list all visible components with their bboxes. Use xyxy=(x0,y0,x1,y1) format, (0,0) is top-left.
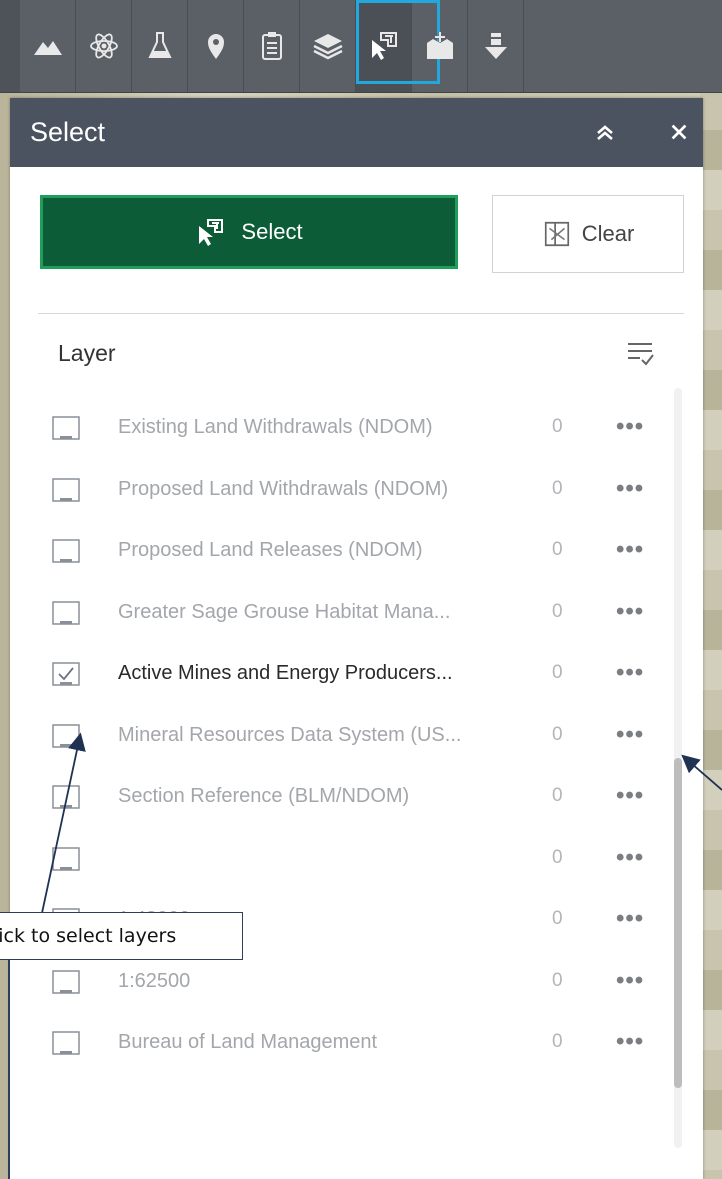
layer-name: Section Reference (BLM/NDOM) xyxy=(118,785,410,807)
more-options-icon[interactable]: ••• xyxy=(616,598,644,626)
toolbar-button-clipboard[interactable] xyxy=(244,0,300,92)
checkbox-icon[interactable] xyxy=(52,600,80,627)
select-cursor-icon xyxy=(371,32,397,60)
layer-row[interactable]: Greater Sage Grouse Habitat Mana... 0 ••• xyxy=(10,583,680,645)
layer-count: 0 xyxy=(552,416,563,437)
select-widget-panel: Select Select Clear Layer Existing Land … xyxy=(10,98,703,1179)
toolbar-button-map-pin[interactable] xyxy=(188,0,244,92)
toolbar-button-select-cursor[interactable] xyxy=(356,0,440,92)
more-options-icon[interactable]: ••• xyxy=(616,536,644,564)
checkbox-icon[interactable] xyxy=(52,846,80,873)
checkbox-icon[interactable] xyxy=(52,785,80,811)
layer-name: Mineral Resources Data System (US... xyxy=(118,723,462,746)
layer-row[interactable]: Proposed Land Withdrawals (NDOM) 0 ••• xyxy=(10,460,680,522)
panel-header: Select xyxy=(10,98,703,167)
toolbar-button-flask[interactable] xyxy=(132,0,188,92)
layer-count: 0 xyxy=(552,662,563,683)
add-data-icon xyxy=(426,32,453,59)
chevron-double-up-icon[interactable] xyxy=(591,118,619,146)
download-arrow-icon xyxy=(484,33,507,59)
layer-count: 0 xyxy=(552,969,563,991)
checkbox-icon[interactable] xyxy=(52,477,80,504)
toolbar xyxy=(0,0,722,93)
select-button-label: Select xyxy=(241,219,303,244)
layer-row[interactable]: Proposed Land Releases (NDOM) 0 ••• xyxy=(10,521,680,583)
flask-icon xyxy=(147,32,172,58)
layer-heading: Layer xyxy=(58,340,116,366)
more-options-icon[interactable]: ••• xyxy=(616,782,644,810)
more-options-icon[interactable]: ••• xyxy=(616,659,644,687)
checkbox-icon[interactable] xyxy=(52,969,80,996)
map-pin-icon xyxy=(207,34,224,59)
more-options-icon[interactable]: ••• xyxy=(616,1028,644,1056)
layer-count: 0 xyxy=(552,846,563,868)
more-options-icon[interactable]: ••• xyxy=(616,475,644,503)
layer-count: 0 xyxy=(552,539,563,560)
toolbar-gutter xyxy=(0,0,20,92)
select-cursor-icon xyxy=(199,219,224,246)
divider xyxy=(38,313,684,314)
toolbar-button-add-data[interactable] xyxy=(412,0,468,92)
annotation-callout: lick to select layers xyxy=(0,912,243,960)
atom-icon xyxy=(89,33,118,59)
layer-row[interactable]: Section Reference (BLM/NDOM) 0 ••• xyxy=(10,767,680,829)
more-options-icon[interactable]: ••• xyxy=(616,967,644,995)
toolbar-button-download-arrow[interactable] xyxy=(468,0,524,92)
layer-name: Active Mines and Energy Producers... xyxy=(118,662,453,684)
layer-row[interactable]: Bureau of Land Management 0 ••• xyxy=(10,1013,680,1075)
checkbox-icon[interactable] xyxy=(52,723,80,750)
more-options-icon[interactable]: ••• xyxy=(616,721,644,749)
layer-count: 0 xyxy=(552,1031,563,1052)
select-button[interactable]: Select xyxy=(40,195,458,269)
layer-row[interactable]: 1:62500 0 ••• xyxy=(10,952,680,1014)
clipboard-icon xyxy=(261,32,282,60)
layer-name: Greater Sage Grouse Habitat Mana... xyxy=(118,600,451,623)
panel-title: Select xyxy=(30,117,106,147)
clear-selection-icon xyxy=(544,221,569,247)
close-icon[interactable] xyxy=(665,118,693,146)
layer-name: Bureau of Land Management xyxy=(118,1031,378,1053)
layer-row[interactable]: 0 ••• xyxy=(10,829,680,891)
checkbox-icon[interactable] xyxy=(52,1031,80,1057)
toolbar-button-layers[interactable] xyxy=(300,0,356,92)
layer-count: 0 xyxy=(552,908,563,929)
basemap-mountain-icon xyxy=(33,41,62,55)
layer-name: Proposed Land Withdrawals (NDOM) xyxy=(118,477,449,500)
annotation-frame-line xyxy=(8,960,10,1179)
clear-button-label: Clear xyxy=(581,221,635,246)
layer-name: 1:62500 xyxy=(118,969,191,992)
checkbox-icon[interactable] xyxy=(52,416,80,442)
filter-list-icon[interactable] xyxy=(622,334,658,370)
layers-icon xyxy=(312,34,343,60)
more-options-icon[interactable]: ••• xyxy=(616,905,644,933)
layer-row[interactable]: Existing Land Withdrawals (NDOM) 0 ••• xyxy=(10,398,680,460)
checkbox-icon[interactable] xyxy=(52,539,80,565)
toolbar-button-basemap-mountain[interactable] xyxy=(20,0,76,92)
layer-count: 0 xyxy=(552,600,563,622)
checkbox-checked-icon[interactable] xyxy=(52,662,80,688)
layer-name: Existing Land Withdrawals (NDOM) xyxy=(118,416,433,438)
layer-count: 0 xyxy=(552,723,563,745)
layer-count: 0 xyxy=(552,477,563,499)
more-options-icon[interactable]: ••• xyxy=(616,844,644,872)
layer-count: 0 xyxy=(552,785,563,806)
layer-name: Proposed Land Releases (NDOM) xyxy=(118,539,423,561)
layer-row[interactable]: Active Mines and Energy Producers... 0 ••• xyxy=(10,644,680,706)
annotation-callout-text: lick to select layers xyxy=(0,925,177,947)
map-edge xyxy=(700,90,722,1179)
layer-row[interactable]: Mineral Resources Data System (US... 0 ••• xyxy=(10,706,680,768)
toolbar-button-atom[interactable] xyxy=(76,0,132,92)
clear-button[interactable]: Clear xyxy=(492,195,684,273)
more-options-icon[interactable]: ••• xyxy=(616,413,644,441)
